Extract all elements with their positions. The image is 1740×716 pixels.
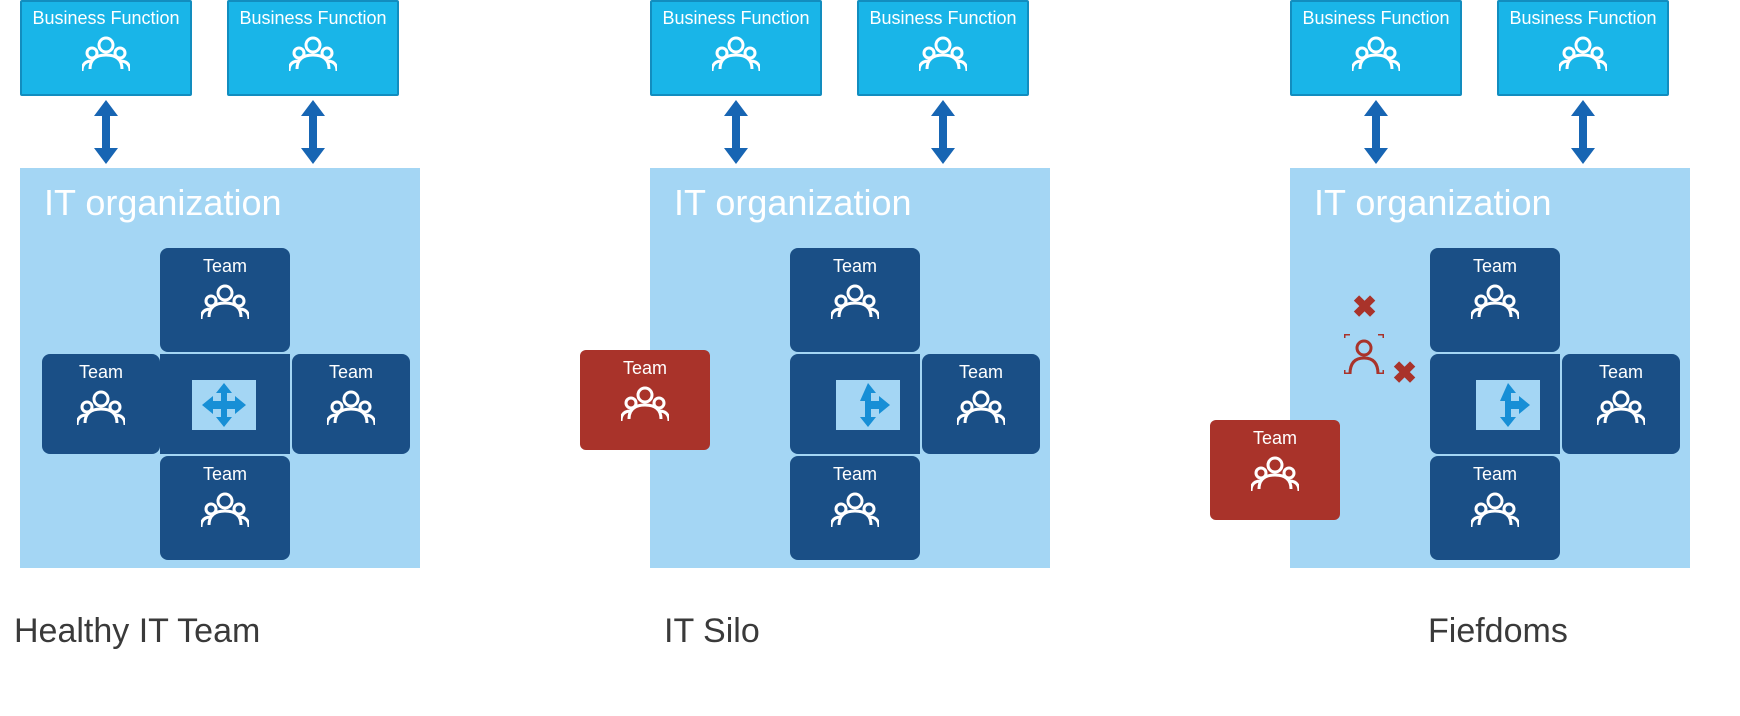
team-label: Team <box>160 256 290 277</box>
team-label: Team <box>922 362 1040 383</box>
x-mark-icon: ✖ <box>1392 356 1417 391</box>
team-label: Team <box>580 358 710 379</box>
team-box-right: Team <box>292 354 410 454</box>
it-org-title: IT organization <box>650 168 1050 224</box>
double-arrow-icon <box>94 100 118 164</box>
business-function-box: Business Function <box>227 0 399 96</box>
people-icon <box>621 383 669 423</box>
business-function-label: Business Function <box>652 8 820 29</box>
people-icon <box>1471 489 1519 529</box>
three-way-arrows-icon <box>1486 383 1530 427</box>
team-box-right: Team <box>1562 354 1680 454</box>
people-icon <box>77 387 125 427</box>
double-arrow-icon <box>1364 100 1388 164</box>
isolated-person-icon <box>1344 334 1384 374</box>
people-icon <box>712 33 760 73</box>
people-icon <box>1352 33 1400 73</box>
business-function-label: Business Function <box>229 8 397 29</box>
panel-caption: Healthy IT Team <box>14 612 570 651</box>
double-arrow-icon <box>724 100 748 164</box>
people-icon <box>327 387 375 427</box>
business-function-label: Business Function <box>859 8 1027 29</box>
double-arrow-icon <box>1571 100 1595 164</box>
people-icon <box>831 489 879 529</box>
team-label: Team <box>292 362 410 383</box>
people-icon <box>1471 281 1519 321</box>
x-mark-icon: ✖ <box>1352 290 1377 325</box>
center-arrows-box <box>836 380 900 430</box>
business-function-box: Business Function <box>1290 0 1462 96</box>
team-label: Team <box>1430 464 1560 485</box>
center-arrows-box <box>192 380 256 430</box>
detached-team-box: Team <box>1210 420 1340 520</box>
it-organization-container: IT organization Team Team Team ✖ ✖ <box>1290 168 1690 568</box>
team-box-top: Team <box>1430 248 1560 352</box>
panel-caption: Fiefdoms <box>1428 612 1730 651</box>
team-box-bottom: Team <box>1430 456 1560 560</box>
panel-caption: IT Silo <box>664 612 1150 651</box>
team-box-bottom: Team <box>790 456 920 560</box>
business-function-box: Business Function <box>857 0 1029 96</box>
team-label: Team <box>790 256 920 277</box>
people-icon <box>919 33 967 73</box>
people-icon <box>1559 33 1607 73</box>
people-icon <box>201 281 249 321</box>
team-label: Team <box>1562 362 1680 383</box>
detached-team-box: Team <box>580 350 710 450</box>
vertical-links <box>1290 96 1730 168</box>
team-box-left: Team <box>42 354 160 454</box>
business-function-box: Business Function <box>20 0 192 96</box>
vertical-links <box>20 96 570 168</box>
it-org-title: IT organization <box>20 168 420 224</box>
business-function-box: Business Function <box>1497 0 1669 96</box>
team-label: Team <box>1430 256 1560 277</box>
business-function-row: Business Function Business Function <box>20 0 570 96</box>
team-box-top: Team <box>160 248 290 352</box>
business-function-label: Business Function <box>22 8 190 29</box>
vertical-links <box>650 96 1150 168</box>
team-label: Team <box>1210 428 1340 449</box>
double-arrow-icon <box>931 100 955 164</box>
four-way-arrows-icon <box>202 383 246 427</box>
diagram-row: Business Function Business Function IT o… <box>0 0 1740 651</box>
center-arrows-box <box>1476 380 1540 430</box>
team-label: Team <box>42 362 160 383</box>
team-label: Team <box>160 464 290 485</box>
team-box-bottom: Team <box>160 456 290 560</box>
double-arrow-icon <box>301 100 325 164</box>
people-icon <box>957 387 1005 427</box>
it-organization-container: IT organization Team Team Team Team <box>20 168 420 568</box>
people-icon <box>1597 387 1645 427</box>
business-function-row: Business Function Business Function <box>650 0 1150 96</box>
people-icon <box>289 33 337 73</box>
business-function-box: Business Function <box>650 0 822 96</box>
it-org-title: IT organization <box>1290 168 1690 224</box>
team-box-top: Team <box>790 248 920 352</box>
it-organization-container: IT organization Team Team Team <box>650 168 1050 568</box>
team-box-right: Team <box>922 354 1040 454</box>
business-function-row: Business Function Business Function <box>1290 0 1730 96</box>
people-icon <box>82 33 130 73</box>
business-function-label: Business Function <box>1499 8 1667 29</box>
people-icon <box>1251 453 1299 493</box>
panel-healthy: Business Function Business Function IT o… <box>10 0 570 651</box>
team-label: Team <box>790 464 920 485</box>
business-function-label: Business Function <box>1292 8 1460 29</box>
three-way-arrows-icon <box>846 383 890 427</box>
panel-silo: Business Function Business Function IT o… <box>590 0 1150 651</box>
people-icon <box>831 281 879 321</box>
people-icon <box>201 489 249 529</box>
panel-fiefdoms: Business Function Business Function IT o… <box>1170 0 1730 651</box>
